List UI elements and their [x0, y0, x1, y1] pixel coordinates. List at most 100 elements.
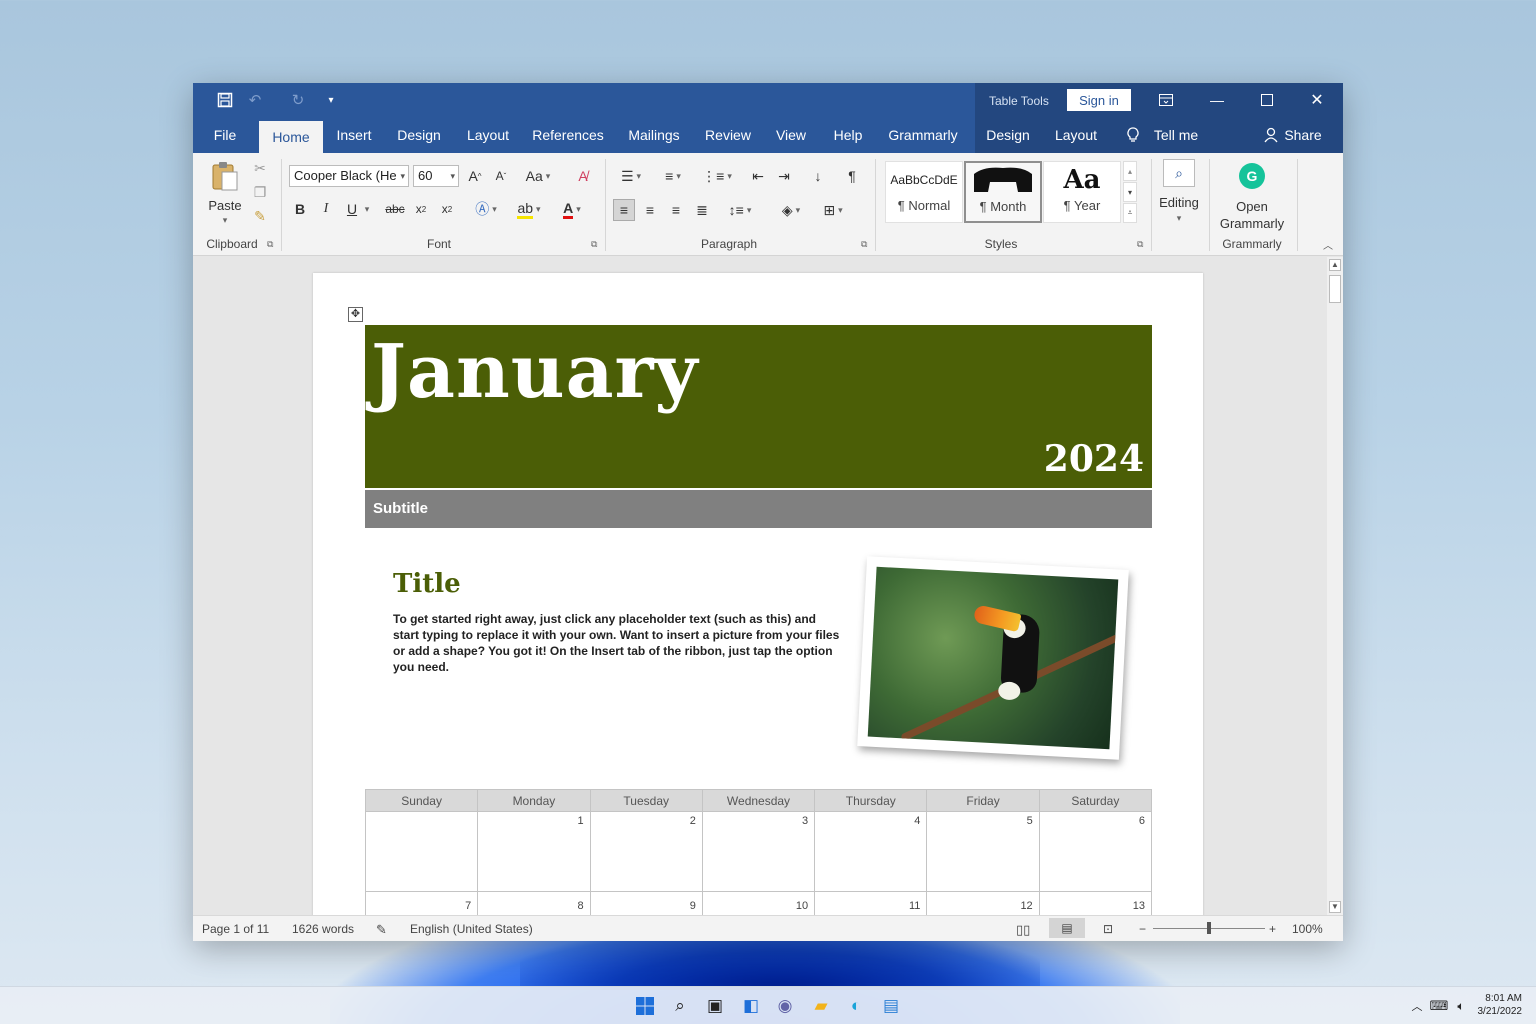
collapse-ribbon-icon[interactable]: ︿ — [1321, 237, 1335, 252]
underline-dropdown-icon[interactable]: ▾ — [361, 199, 373, 219]
ribbon-display-options-icon[interactable] — [1146, 88, 1186, 112]
grow-font-icon[interactable]: A ^ — [465, 166, 485, 186]
shrink-font-icon[interactable]: Aˇ — [491, 166, 511, 186]
store-icon[interactable]: ▤ — [880, 995, 902, 1017]
shading-icon[interactable]: ◈ ▾ — [773, 199, 809, 221]
chat-icon[interactable]: ◉ — [774, 995, 796, 1017]
align-left-icon[interactable]: ≡ — [613, 199, 635, 221]
vertical-scrollbar[interactable]: ▲ ▼ — [1327, 257, 1343, 915]
clock[interactable]: 8:01 AM 3/21/2022 — [1478, 992, 1523, 1018]
language-status[interactable]: English (United States) — [410, 922, 533, 936]
tab-view[interactable]: View — [771, 118, 811, 153]
proofing-icon[interactable]: ✎ — [376, 922, 387, 938]
tab-layout[interactable]: Layout — [461, 118, 515, 153]
undo-icon[interactable]: ↶ — [243, 89, 267, 111]
tab-home[interactable]: Home — [259, 121, 323, 153]
justify-icon[interactable]: ≣ — [691, 199, 713, 221]
calendar-cell[interactable]: 5 — [926, 811, 1040, 892]
line-spacing-icon[interactable]: ↕≡ ▾ — [723, 199, 757, 221]
tab-file[interactable]: File — [205, 118, 245, 153]
toucan-photo[interactable] — [857, 556, 1129, 760]
calendar-cell[interactable]: 3 — [701, 811, 816, 892]
tab-table-layout[interactable]: Layout — [1051, 118, 1101, 153]
volume-icon[interactable]: 🔈︎ — [1450, 995, 1472, 1017]
page-count[interactable]: Page 1 of 11 — [202, 922, 269, 936]
sort-icon[interactable]: ↓ — [807, 166, 829, 186]
styles-scroll-down-icon[interactable]: ▾ — [1123, 182, 1137, 202]
calendar-cell[interactable]: 11 — [814, 891, 928, 915]
maximize-button[interactable] — [1247, 88, 1287, 112]
tab-help[interactable]: Help — [827, 118, 869, 153]
tab-grammarly[interactable]: Grammarly — [885, 118, 961, 153]
zoom-slider-thumb[interactable] — [1207, 922, 1211, 934]
numbering-icon[interactable]: ≡ ▾ — [655, 166, 691, 186]
decrease-indent-icon[interactable]: ⇤ — [747, 166, 769, 186]
italic-button[interactable]: I — [317, 199, 335, 219]
calendar-cell[interactable]: 2 — [589, 811, 703, 892]
calendar-cell[interactable]: 7 — [364, 891, 479, 915]
highlight-color-icon[interactable]: ab ▾ — [511, 199, 547, 219]
subtitle-bar[interactable]: Subtitle — [365, 490, 1152, 528]
font-family-select[interactable]: Cooper Black (He ▾ — [289, 165, 409, 187]
tab-mailings[interactable]: Mailings — [623, 118, 685, 153]
clipboard-launcher-icon[interactable]: ⧉ — [267, 239, 273, 250]
year-heading[interactable]: 2024 — [1044, 438, 1144, 480]
cut-icon[interactable]: ✂ — [251, 159, 269, 177]
align-right-icon[interactable]: ≡ — [665, 199, 687, 221]
style-month[interactable]: ¶ Month — [964, 161, 1042, 223]
multilevel-list-icon[interactable]: ⋮≡ ▾ — [699, 166, 735, 186]
customize-qat-icon[interactable]: ▾ — [319, 89, 343, 111]
sign-in-button[interactable]: Sign in — [1067, 89, 1131, 111]
person-icon[interactable] — [1261, 118, 1281, 153]
text-effects-icon[interactable]: Ⓐ ▾ — [471, 199, 501, 219]
file-explorer-icon[interactable]: ▰ — [810, 995, 832, 1017]
search-icon[interactable]: ⌕ — [669, 995, 691, 1017]
close-button[interactable]: ✕ — [1297, 88, 1337, 112]
widgets-icon[interactable]: ◧ — [740, 995, 762, 1017]
align-center-icon[interactable]: ≡ — [639, 199, 661, 221]
bullets-icon[interactable]: ☰ ▾ — [613, 166, 649, 186]
style-normal[interactable]: AaBbCcDdE ¶ Normal — [885, 161, 963, 223]
find-icon[interactable]: ⌕ — [1163, 159, 1195, 187]
change-case-button[interactable]: Aa ▾ — [521, 166, 555, 186]
network-icon[interactable]: ⌨ — [1428, 995, 1450, 1017]
calendar-cell[interactable]: 10 — [701, 891, 816, 915]
borders-icon[interactable]: ⊞ ▾ — [815, 199, 851, 221]
scroll-thumb[interactable] — [1329, 275, 1341, 303]
title-heading[interactable]: Title — [393, 569, 461, 599]
editing-button[interactable]: Editing — [1155, 193, 1203, 211]
increase-indent-icon[interactable]: ⇥ — [773, 166, 795, 186]
superscript-icon[interactable]: x2 — [437, 199, 457, 219]
calendar-cell[interactable]: 8 — [477, 891, 591, 915]
minimize-button[interactable]: — — [1197, 88, 1237, 112]
tab-references[interactable]: References — [531, 118, 605, 153]
month-heading[interactable]: January — [371, 329, 699, 415]
read-mode-icon[interactable]: ▯▯ — [1016, 922, 1030, 938]
document-page[interactable]: ✥ January 2024 Subtitle Title To get sta… — [313, 273, 1203, 915]
paste-dropdown-icon[interactable]: ▾ — [218, 215, 232, 225]
grammarly-icon[interactable]: G — [1239, 163, 1265, 189]
paragraph-launcher-icon[interactable]: ⧉ — [861, 239, 867, 250]
share-button[interactable]: Share — [1283, 118, 1323, 153]
open-grammarly-button[interactable]: Open Grammarly — [1215, 197, 1289, 233]
print-layout-icon[interactable]: ▤ — [1049, 918, 1085, 938]
editing-dropdown-icon[interactable]: ▾ — [1173, 213, 1185, 223]
font-color-icon[interactable]: A ▾ — [555, 199, 589, 219]
tell-me-search[interactable]: Tell me — [1151, 118, 1201, 153]
scroll-up-icon[interactable]: ▲ — [1329, 259, 1341, 271]
styles-launcher-icon[interactable]: ⧉ — [1137, 239, 1143, 250]
zoom-level[interactable]: 100% — [1292, 922, 1323, 936]
table-move-handle-icon[interactable]: ✥ — [348, 307, 363, 322]
document-area[interactable]: ✥ January 2024 Subtitle Title To get sta… — [193, 257, 1327, 915]
clear-formatting-icon[interactable]: A̸ — [573, 166, 593, 186]
lightbulb-icon[interactable] — [1123, 118, 1143, 153]
save-icon[interactable] — [213, 89, 237, 111]
strikethrough-button[interactable]: abc — [383, 199, 407, 219]
calendar-cell[interactable] — [364, 811, 479, 892]
start-icon[interactable] — [634, 995, 656, 1017]
tab-review[interactable]: Review — [701, 118, 755, 153]
calendar-cell[interactable]: 6 — [1038, 811, 1153, 892]
scroll-down-icon[interactable]: ▼ — [1329, 901, 1341, 913]
calendar-cell[interactable]: 1 — [477, 811, 591, 892]
styles-more-icon[interactable]: ⩡ — [1123, 203, 1137, 223]
